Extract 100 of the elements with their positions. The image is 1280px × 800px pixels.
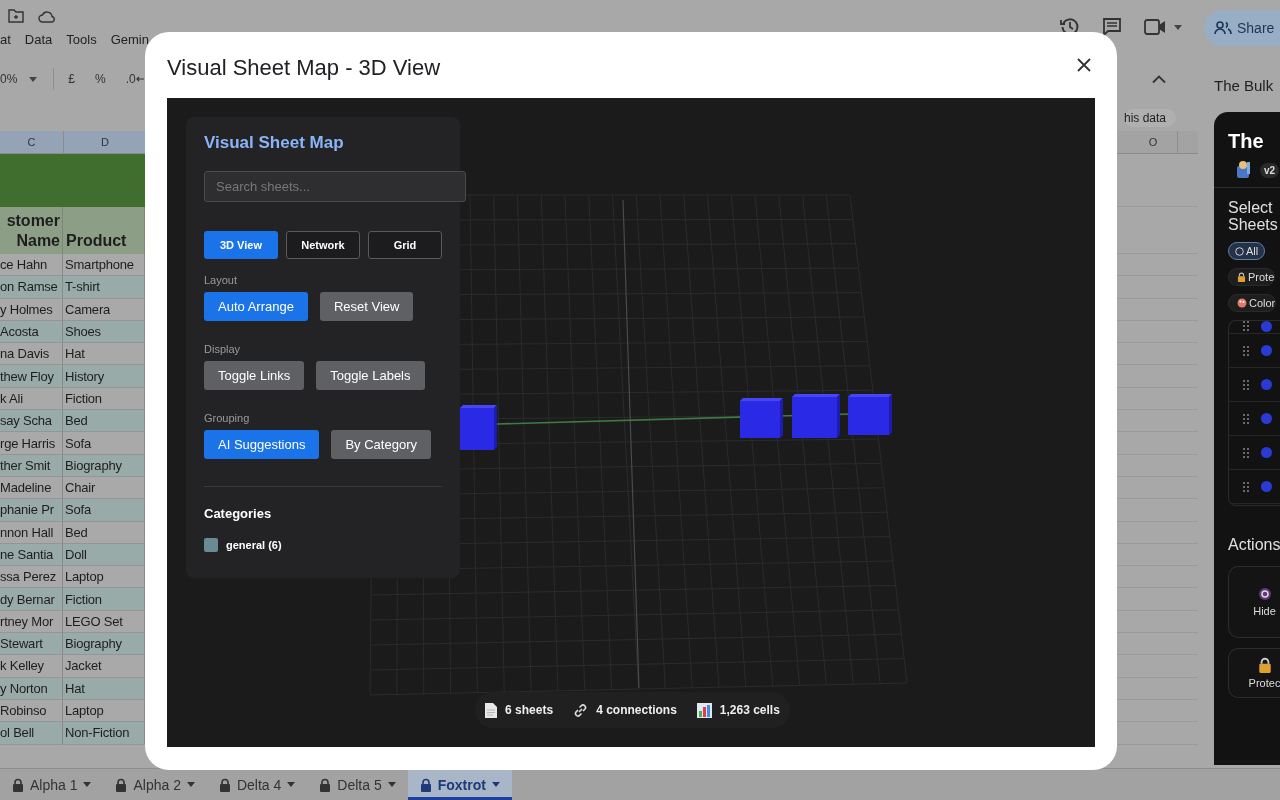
table-cell: Biography	[63, 454, 145, 477]
cube[interactable]	[792, 394, 840, 438]
cube[interactable]	[848, 394, 892, 435]
table-cell: na Davis	[0, 343, 63, 366]
section-label: Layout	[204, 274, 239, 287]
section-label: Display	[204, 343, 242, 356]
suggestion-chip[interactable]: his data	[1123, 108, 1176, 127]
drag-handle-icon	[1243, 321, 1249, 331]
sheet-checkbox[interactable]	[1261, 447, 1272, 458]
toolbar-button[interactable]: .0	[125, 72, 144, 86]
bar-chart-icon	[696, 702, 712, 718]
caret-icon	[1174, 24, 1182, 30]
sheet-tab[interactable]: Delta 5	[307, 769, 408, 800]
zoom-value[interactable]: 0%	[0, 72, 18, 86]
sheet-checkbox[interactable]	[1261, 413, 1272, 424]
column-header[interactable]: C	[0, 131, 64, 153]
filter-chip[interactable]: Color	[1228, 294, 1277, 312]
stat-label: 6 sheets	[505, 703, 554, 717]
cube[interactable]	[740, 398, 783, 438]
table-cell: thew Floy	[0, 365, 63, 388]
app-title: The	[1228, 130, 1265, 153]
action-card[interactable]: Protec	[1228, 648, 1280, 698]
table-cell: Shoes	[63, 320, 145, 344]
sheet-checkbox[interactable]	[1261, 379, 1272, 390]
view-tab[interactable]: Network	[286, 231, 360, 259]
category-label[interactable]: general (6)	[226, 539, 282, 551]
table-cell: Madeline	[0, 476, 63, 500]
table-cell: Biography	[63, 633, 145, 656]
table-cell: dy Bernar	[0, 588, 63, 611]
chevron-up-icon	[1152, 74, 1166, 84]
people-icon	[1214, 20, 1232, 35]
link-icon	[573, 702, 589, 718]
version-badge: v2	[1260, 162, 1280, 178]
lock-icon	[218, 777, 231, 792]
sheet-tab[interactable]: Foxtrot	[407, 769, 512, 800]
action-button[interactable]: By Category	[331, 430, 431, 459]
sheet-tab[interactable]: Alpha 2	[103, 769, 207, 800]
section-label: Select Sheets	[1228, 199, 1279, 233]
drag-handle-icon	[1243, 345, 1249, 356]
filter-chip[interactable]: Prote	[1228, 268, 1276, 286]
view-tab[interactable]: Grid	[368, 231, 442, 259]
action-button[interactable]: Toggle Links	[204, 361, 305, 390]
column-header[interactable]: D	[64, 131, 147, 153]
section-heading: Categories	[204, 506, 273, 521]
action-button[interactable]: Reset View	[319, 292, 414, 321]
section-label: Grouping	[204, 412, 251, 425]
table-cell: T-shirt	[63, 276, 145, 299]
sheet-checkbox[interactable]	[1261, 321, 1272, 332]
drag-handle-icon	[1243, 379, 1249, 390]
menu-item[interactable]: at	[0, 32, 11, 47]
eye-icon	[1257, 587, 1272, 601]
table-cell: Acosta	[0, 320, 63, 344]
sheet-tab[interactable]: Alpha 1	[0, 769, 104, 800]
lock-icon	[115, 777, 128, 792]
table-cell: Sofa	[63, 499, 145, 522]
table-cell: y Holmes	[0, 298, 63, 321]
lock-icon	[1237, 272, 1246, 282]
toolbar-button[interactable]: %	[95, 72, 106, 86]
table-cell: Stewart	[0, 633, 63, 656]
sheet-tab[interactable]: Delta 4	[206, 769, 308, 800]
table-cell: y Norton	[0, 677, 63, 700]
menu-item[interactable]: Data	[24, 32, 53, 47]
table-cell: Bed	[63, 410, 145, 433]
table-cell: on Ramse	[0, 276, 63, 299]
table-cell: Bed	[63, 521, 145, 544]
table-cell: Doll	[63, 543, 145, 567]
menu-item[interactable]: Gemin	[110, 32, 149, 47]
panel-title: The Bulk	[1213, 76, 1275, 96]
panel-title: Visual Sheet Map	[204, 133, 345, 153]
folder-icon	[8, 9, 24, 23]
table-cell: Laptop	[63, 566, 145, 589]
search-field[interactable]: Search sheets...	[204, 171, 466, 202]
table-cell: ce Hahn	[0, 254, 63, 277]
action-button[interactable]: Toggle Labels	[316, 361, 425, 390]
menu-item[interactable]: Tools	[66, 32, 97, 47]
table-cell: Jacket	[63, 655, 145, 678]
sheet-checkbox[interactable]	[1261, 481, 1272, 492]
table-cell: nnon Hall	[0, 521, 63, 544]
table-cell: rge Harris	[0, 432, 63, 455]
action-button[interactable]: AI Suggestions	[204, 430, 320, 459]
caret-icon	[186, 782, 195, 787]
sheet-checkbox[interactable]	[1261, 345, 1272, 356]
table-cell: ther Smit	[0, 454, 63, 477]
table-cell: k Kelley	[0, 655, 63, 678]
cube[interactable]	[460, 405, 497, 450]
table-cell: Fiction	[63, 387, 145, 411]
table-cell: say Scha	[0, 410, 63, 433]
table-cell: Camera	[63, 298, 145, 321]
filter-chip[interactable]: All	[1228, 242, 1266, 260]
toolbar-button[interactable]: £	[68, 72, 76, 86]
arrow-icon	[135, 76, 144, 82]
table-cell: Sofa	[63, 432, 145, 455]
table-cell: Non-Fiction	[63, 722, 145, 745]
view-tab[interactable]: 3D View	[204, 231, 278, 259]
table-cell: Hat	[63, 343, 145, 366]
action-button[interactable]: Auto Arrange	[204, 292, 308, 321]
share-button[interactable]: Share	[1204, 9, 1280, 46]
action-card[interactable]: Hide	[1228, 566, 1280, 638]
drag-handle-icon	[1243, 481, 1249, 492]
lock-icon	[1257, 657, 1272, 673]
